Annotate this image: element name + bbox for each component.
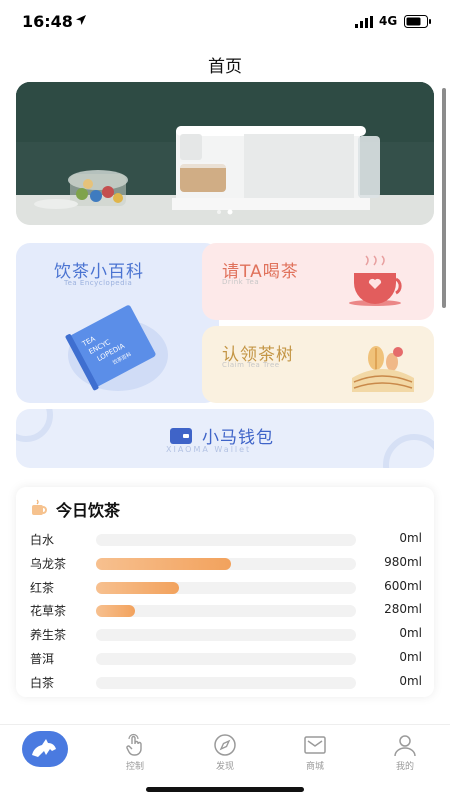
tea-progress-track (96, 581, 356, 594)
tea-row: 花草茶 280ml (30, 600, 422, 620)
today-tea-title: 今日饮茶 (56, 501, 121, 520)
tea-row: 养生茶 0ml (30, 624, 422, 644)
tea-cup-icon (32, 499, 47, 515)
tea-encyclopedia-card[interactable]: 饮茶小百科 Tea Encyclopedia TEA ENCYC LOPEDIA… (16, 243, 219, 403)
drink-tea-subtitle: Drink Tea (222, 278, 260, 286)
tab-control[interactable]: 控制 (90, 725, 180, 785)
tab-mall-label: 商城 (305, 762, 324, 772)
status-time: 16:48 (22, 12, 73, 31)
wallet-icon (170, 428, 192, 444)
tea-name: 普洱 (30, 652, 55, 666)
network-label: 4G (379, 14, 398, 28)
tea-row: 乌龙茶 980ml (30, 553, 422, 573)
claim-tea-tree-card[interactable]: 认领茶树 Claim Tea Tree (202, 326, 434, 403)
tea-name: 养生茶 (30, 628, 67, 643)
tea-name: 白水 (30, 533, 55, 547)
xiaoma-wallet-card[interactable]: 小马钱包 XIAOMA Wallet (16, 409, 434, 468)
tea-name: 乌龙茶 (30, 556, 67, 571)
tea-progress-track (96, 629, 356, 642)
banner-carousel[interactable] (16, 82, 434, 225)
tea-progress-track (96, 676, 356, 689)
tea-name: 花草茶 (30, 604, 67, 619)
status-bar: 16:48 4G (0, 0, 450, 44)
tab-control-label: 控制 (125, 762, 144, 772)
tea-name: 红茶 (30, 580, 55, 595)
tea-amount: 600ml (384, 578, 422, 593)
user-icon (394, 735, 416, 757)
tea-progress-fill (96, 557, 232, 570)
tea-tree-icon (352, 346, 414, 392)
tea-cup-heart-icon (349, 255, 402, 306)
horse-logo-icon (32, 739, 56, 757)
tea-row: 红茶 600ml (30, 577, 422, 597)
tea-progress-fill (96, 605, 135, 618)
book-icon: TEA ENCYC LOPEDIA 饮茶百科 (65, 305, 168, 391)
tea-amount: 0ml (399, 531, 422, 545)
tea-row: 白水 0ml (30, 529, 422, 549)
tab-mine-label: 我的 (395, 762, 414, 772)
tab-discover[interactable]: 发现 (180, 725, 270, 785)
tea-row: 白茶 0ml (30, 672, 422, 692)
tab-mine[interactable]: 我的 (360, 725, 450, 785)
home-indicator (146, 787, 304, 792)
compass-icon (214, 734, 236, 756)
page-title: 首页 (208, 57, 242, 77)
banner-image (16, 82, 434, 225)
battery-icon (404, 15, 431, 28)
tea-amount: 280ml (384, 602, 422, 617)
touch-hand-icon (126, 733, 142, 756)
tea-amount: 980ml (384, 554, 422, 569)
tea-name: 白茶 (30, 675, 55, 690)
tea-progress-track (96, 653, 356, 665)
tea-amount: 0ml (399, 673, 422, 688)
tea-progress-fill (96, 581, 180, 594)
xiaoma-wallet-subtitle: XIAOMA Wallet (166, 445, 252, 454)
claim-tea-tree-subtitle: Claim Tea Tree (222, 361, 280, 369)
tea-amount: 0ml (399, 626, 422, 641)
tea-progress-track (96, 605, 356, 618)
tab-mall[interactable]: 商城 (270, 725, 360, 785)
today-tea-card: 今日饮茶 白水 0ml 乌龙茶 980ml 红茶 600ml 花草茶 280ml 养生茶 0ml 普… (16, 487, 434, 697)
tab-discover-label: 发现 (215, 762, 234, 772)
location-arrow-icon (76, 15, 86, 25)
signal-icon (355, 16, 373, 28)
tab-home[interactable] (0, 725, 90, 785)
scrollbar-thumb[interactable] (442, 88, 446, 308)
mail-icon (304, 736, 326, 754)
tea-progress-track (96, 534, 356, 546)
tea-progress-track (96, 557, 356, 570)
tea-amount: 0ml (399, 650, 422, 664)
tea-row: 普洱 0ml (30, 648, 422, 668)
drink-tea-card[interactable]: 请TA喝茶 Drink Tea (202, 243, 434, 320)
home-button[interactable] (22, 731, 68, 767)
